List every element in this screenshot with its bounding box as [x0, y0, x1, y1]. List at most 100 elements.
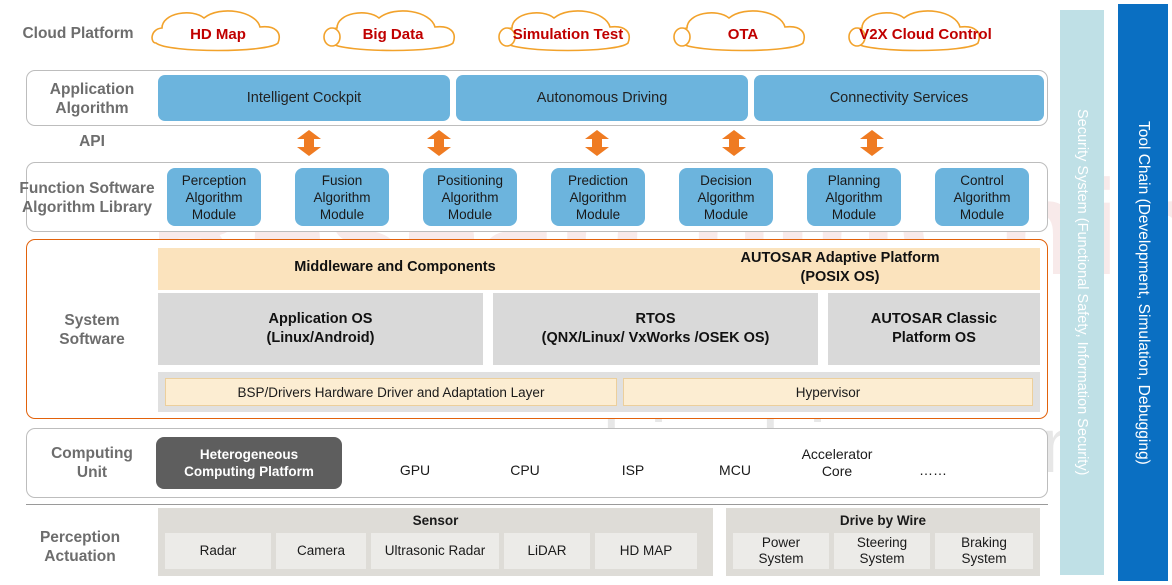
computing-item-mcu[interactable]: MCU	[700, 453, 770, 487]
cloud-item-hd-map[interactable]: HD Map	[148, 24, 288, 44]
row-label-perception-actuation: Perception Actuation	[10, 527, 150, 567]
app-box-intelligent-cockpit[interactable]: Intelligent Cockpit	[158, 75, 450, 121]
row-label-cloud-platform: Cloud Platform	[22, 24, 134, 42]
sensor-cell-lidar[interactable]: LiDAR	[504, 533, 590, 569]
sensor-cell-hd-map[interactable]: HD MAP	[595, 533, 697, 569]
module-line1: Fusion	[321, 172, 363, 188]
module-line2: Algorithm	[441, 189, 499, 205]
computing-item-isp[interactable]: ISP	[598, 453, 668, 487]
row-label-line1: Perception	[39, 529, 121, 546]
cloud-item-label: Big Data	[362, 25, 424, 43]
module-line3: Module	[575, 206, 621, 222]
arrow-up-down-icon-5	[860, 130, 884, 156]
app-box-connectivity-services[interactable]: Connectivity Services	[754, 75, 1044, 121]
cu-line1: CPU	[510, 461, 540, 478]
algorithm-module-positioning[interactable]: Positioning Algorithm Module	[423, 168, 517, 226]
cloud-item-simulation-test[interactable]: Simulation Test	[498, 24, 638, 44]
row-label-line1: Application	[49, 81, 135, 98]
hypervisor-box[interactable]: Hypervisor	[623, 378, 1033, 406]
computing-item-cpu[interactable]: CPU	[490, 453, 560, 487]
app-box-autonomous-driving[interactable]: Autonomous Driving	[456, 75, 748, 121]
autosar-adaptive-platform-label: AUTOSAR Adaptive Platform (POSIX OS)	[640, 249, 1040, 287]
module-line1: Decision	[700, 172, 752, 188]
os-box-rtos[interactable]: RTOS (QNX/Linux/ VxWorks /OSEK OS)	[493, 293, 818, 365]
cu-line1: Accelerator	[801, 446, 873, 462]
row-label-line2: Algorithm	[55, 100, 129, 117]
algorithm-module-decision[interactable]: Decision Algorithm Module	[679, 168, 773, 226]
sensor-cell-radar[interactable]: Radar	[165, 533, 271, 569]
os-box-line2: (Linux/Android)	[266, 330, 375, 346]
cell-line1: Power	[761, 535, 801, 550]
cu-line2: Core	[821, 463, 853, 479]
cu-line1: MCU	[719, 461, 751, 478]
algorithm-module-perception[interactable]: Perception Algorithm Module	[167, 168, 261, 226]
api-label: API	[79, 132, 105, 150]
autosar-adaptive-line1: AUTOSAR Adaptive Platform	[740, 250, 940, 266]
drive-cell-steering-system[interactable]: Steering System	[834, 533, 930, 569]
module-line1: Prediction	[567, 172, 629, 188]
algorithm-module-control[interactable]: Control Algorithm Module	[935, 168, 1029, 226]
cell-line1: HD MAP	[619, 543, 673, 558]
module-line1: Positioning	[436, 172, 504, 188]
cloud-item-v2x-cloud-control[interactable]: V2X Cloud Control	[848, 24, 1003, 44]
cu-line1: ISP	[621, 461, 645, 478]
drive-cell-power-system[interactable]: Power System	[733, 533, 829, 569]
algorithm-module-prediction[interactable]: Prediction Algorithm Module	[551, 168, 645, 226]
tool-chain-bar[interactable]: Tool Chain (Development, Simulation, Deb…	[1118, 4, 1168, 581]
module-line1: Control	[960, 172, 1004, 188]
security-system-label: Security System (Functional Safety, Info…	[1074, 109, 1090, 476]
sensor-cell-ultrasonic-radar[interactable]: Ultrasonic Radar	[371, 533, 499, 569]
module-line3: Module	[191, 206, 237, 222]
os-box-application-os[interactable]: Application OS (Linux/Android)	[158, 293, 483, 365]
arrow-up-down-icon-2	[427, 130, 451, 156]
cell-line1: Radar	[199, 543, 237, 558]
bsp-drivers-box[interactable]: BSP/Drivers Hardware Driver and Adaptati…	[165, 378, 617, 406]
cloud-item-ota[interactable]: OTA	[673, 24, 813, 44]
module-line2: Algorithm	[185, 189, 243, 205]
platform-line1: Heterogeneous	[199, 447, 299, 462]
app-box-label: Autonomous Driving	[536, 90, 668, 106]
heterogeneous-computing-platform-box[interactable]: Heterogeneous Computing Platform	[156, 437, 342, 489]
cloud-item-label: OTA	[727, 25, 759, 43]
autosar-adaptive-line2: (POSIX OS)	[800, 269, 880, 285]
module-line2: Algorithm	[953, 189, 1011, 205]
arrow-up-down-icon-4	[722, 130, 746, 156]
row-label-line2: Unit	[76, 464, 108, 481]
row-label-line1: System	[64, 312, 120, 329]
row-label-line2: Software	[59, 331, 125, 348]
algorithm-module-planning[interactable]: Planning Algorithm Module	[807, 168, 901, 226]
drive-cell-braking-system[interactable]: Braking System	[935, 533, 1033, 569]
os-box-line1: RTOS	[635, 311, 676, 327]
row-label-computing-unit: Computing Unit	[28, 443, 156, 483]
bsp-drivers-label: BSP/Drivers Hardware Driver and Adaptati…	[237, 384, 545, 400]
algorithm-module-fusion[interactable]: Fusion Algorithm Module	[295, 168, 389, 226]
cell-line2: System	[758, 551, 804, 566]
row-label-line2: Actuation	[44, 548, 116, 565]
cell-line1: LiDAR	[527, 543, 567, 558]
hypervisor-label: Hypervisor	[795, 384, 861, 400]
sensor-group-title: Sensor	[412, 513, 459, 528]
security-system-bar[interactable]: Security System (Functional Safety, Info…	[1060, 10, 1104, 575]
module-line1: Perception	[181, 172, 247, 188]
os-box-line1: Application OS	[268, 311, 373, 327]
os-box-autosar-classic[interactable]: AUTOSAR Classic Platform OS	[828, 293, 1040, 365]
module-line3: Module	[703, 206, 749, 222]
computing-item-gpu[interactable]: GPU	[380, 453, 450, 487]
row-label-line1: Function Software	[19, 180, 155, 197]
module-line3: Module	[319, 206, 365, 222]
cu-line1: GPU	[399, 461, 431, 478]
module-line3: Module	[831, 206, 877, 222]
cloud-item-big-data[interactable]: Big Data	[323, 24, 463, 44]
row-label-application-algorithm: Application Algorithm	[28, 80, 156, 118]
drive-by-wire-group: Drive by Wire Power System Steering Syst…	[726, 508, 1040, 576]
row-label-function-software: Function Software Algorithm Library	[12, 178, 162, 218]
module-line2: Algorithm	[825, 189, 883, 205]
middleware-and-components-label: Middleware and Components	[294, 259, 496, 275]
row-label-system-software: System Software	[28, 310, 156, 350]
module-line2: Algorithm	[313, 189, 371, 205]
sensor-cell-camera[interactable]: Camera	[276, 533, 366, 569]
os-box-line2: Platform OS	[892, 330, 976, 346]
computing-item-accelerator-core[interactable]: Accelerator Core	[796, 444, 878, 482]
app-box-label: Intelligent Cockpit	[246, 90, 362, 106]
tool-chain-label: Tool Chain (Development, Simulation, Deb…	[1135, 120, 1152, 465]
